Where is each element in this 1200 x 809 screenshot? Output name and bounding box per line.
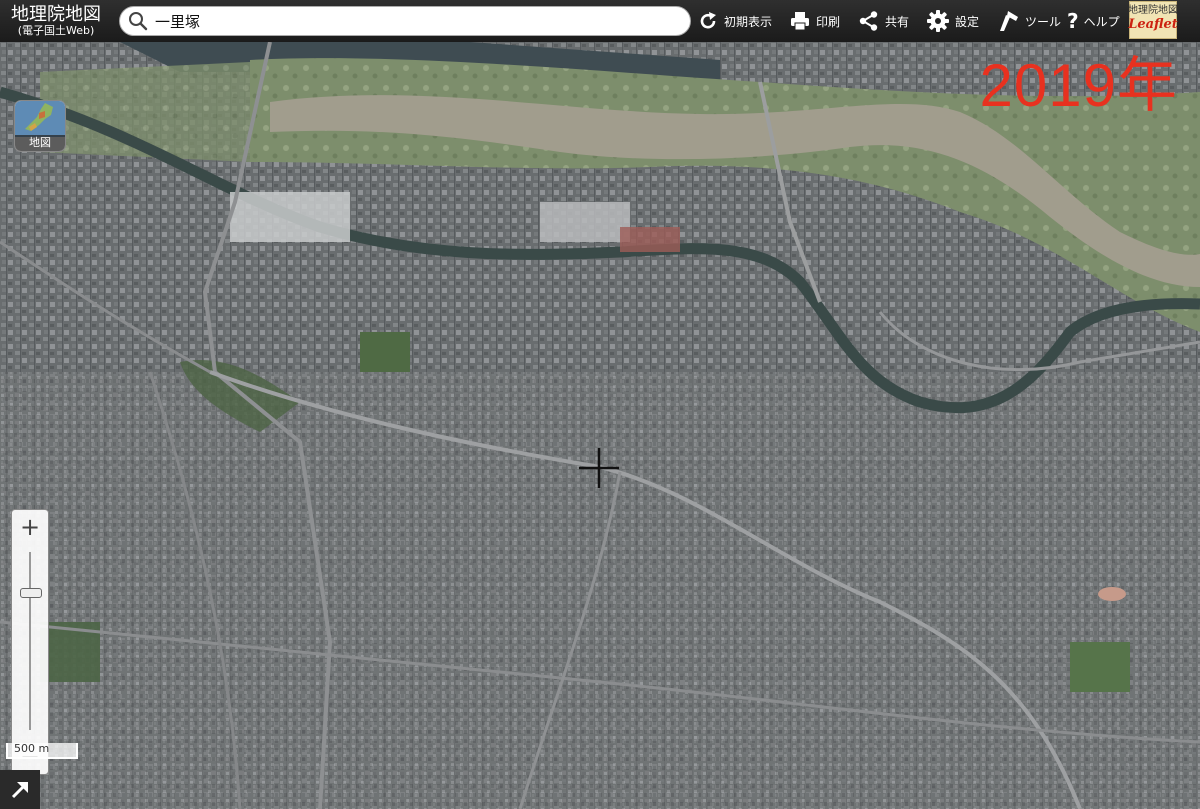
arrow-up-right-icon <box>11 781 28 798</box>
print-label: 印刷 <box>816 14 841 29</box>
reset-view-button[interactable]: 初期表示 <box>697 0 772 42</box>
gear-icon <box>927 10 949 32</box>
tools-button[interactable]: ツール <box>996 0 1061 42</box>
help-button[interactable]: ? ヘルプ <box>1067 0 1120 42</box>
japan-map-icon <box>15 101 65 137</box>
app-title: 地理院地図 <box>11 4 101 25</box>
top-bar: 地理院地図 (電子国土Web) 初期表示 印刷 <box>0 0 1200 42</box>
badge-brand: Leaflet <box>1128 17 1178 32</box>
share-button[interactable]: 共有 <box>858 0 909 42</box>
help-label: ヘルプ <box>1083 14 1120 29</box>
scale-bar: 500 m <box>6 742 78 759</box>
print-icon <box>791 12 809 31</box>
aerial-photo <box>0 42 1200 809</box>
app-logo[interactable]: 地理院地図 (電子国土Web) <box>0 0 112 42</box>
search-box[interactable] <box>119 6 691 36</box>
settings-button[interactable]: 設定 <box>926 0 979 42</box>
layer-button-label: 地図 <box>15 135 65 151</box>
app-subtitle: (電子国土Web) <box>17 24 95 37</box>
zoom-in-button[interactable]: + <box>12 510 48 544</box>
layer-select-button[interactable]: 地図 <box>14 100 66 152</box>
reset-icon <box>700 12 716 29</box>
tool-icon <box>1000 11 1018 31</box>
badge-title: 地理院地図 <box>1128 5 1178 16</box>
print-button[interactable]: 印刷 <box>789 0 840 42</box>
zoom-control: + − <box>11 509 49 775</box>
share-icon <box>859 11 878 31</box>
zoom-slider-thumb[interactable] <box>20 588 42 598</box>
center-crosshair <box>579 448 619 488</box>
search-input[interactable] <box>151 9 675 33</box>
settings-label: 設定 <box>955 14 980 29</box>
zoom-slider-track[interactable] <box>29 552 31 730</box>
search-icon[interactable] <box>125 8 151 34</box>
year-label: 2019年 <box>979 52 1178 119</box>
expand-arrow-button[interactable] <box>0 770 40 809</box>
scale-label: 500 m <box>14 742 50 755</box>
share-label: 共有 <box>885 14 910 29</box>
map-canvas[interactable]: 2019年 地図 + − <box>0 42 1200 809</box>
reset-view-label: 初期表示 <box>724 14 773 29</box>
tools-label: ツール <box>1025 14 1062 29</box>
help-icon: ? <box>1067 9 1079 33</box>
gsi-brand-badge[interactable]: 地理院地図 Leaflet <box>1128 1 1178 39</box>
